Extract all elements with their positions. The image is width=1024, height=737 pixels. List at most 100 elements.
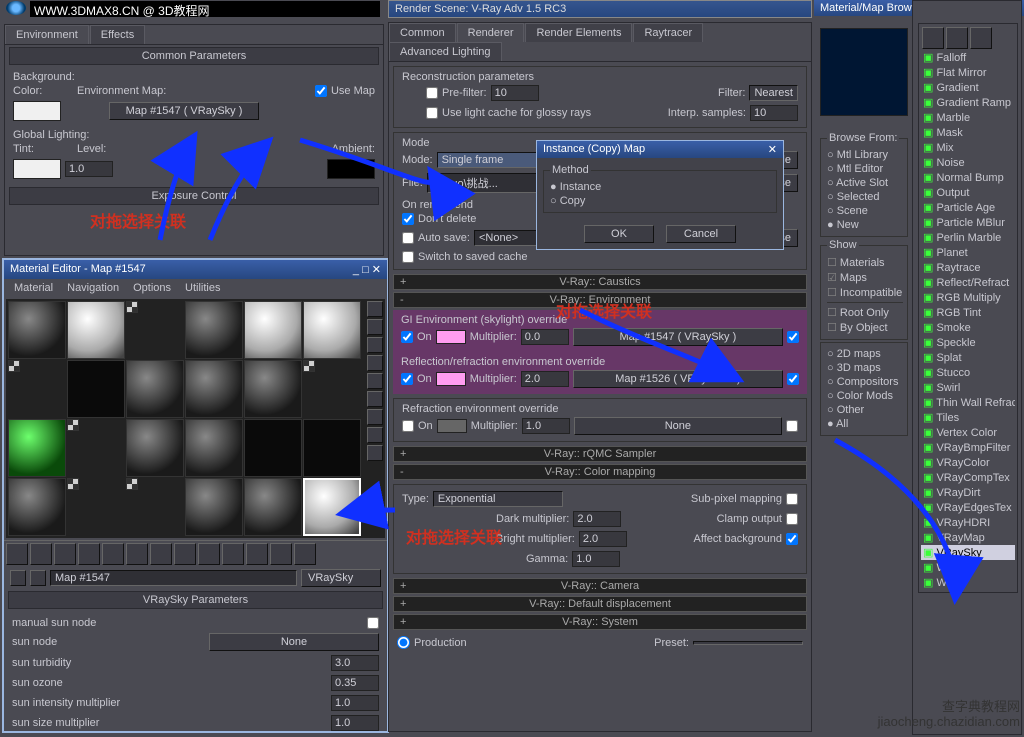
tab-adv-lighting[interactable]: Advanced Lighting	[389, 42, 502, 61]
category-all[interactable]: All	[827, 417, 903, 431]
map-item-vrayedgestex[interactable]: VRayEdgesTex	[921, 500, 1015, 515]
tab-renderer[interactable]: Renderer	[457, 23, 525, 42]
gi-map-button[interactable]: Map #1547 ( VRaySky )	[573, 328, 783, 346]
dialog-close-icon[interactable]: ✕	[768, 143, 777, 156]
use-map-checkbox[interactable]	[315, 85, 327, 97]
get-material-btn[interactable]	[6, 543, 28, 565]
map-item-thin wall refraction[interactable]: Thin Wall Refraction	[921, 395, 1015, 410]
refr-map-button[interactable]: None	[574, 417, 782, 435]
map-item-rgb tint[interactable]: RGB Tint	[921, 305, 1015, 320]
mat-slot[interactable]	[126, 478, 138, 490]
menu-options[interactable]: Options	[127, 281, 177, 295]
assign-btn[interactable]	[54, 543, 76, 565]
map-item-vraybmpfilter[interactable]: VRayBmpFilter	[921, 440, 1015, 455]
prefilter-value[interactable]: 10	[491, 85, 539, 101]
refl-on-check[interactable]	[401, 373, 413, 385]
map-item-gradient ramp[interactable]: Gradient Ramp	[921, 95, 1015, 110]
bright-value[interactable]: 2.0	[579, 531, 627, 547]
sample-type-btn[interactable]	[367, 301, 383, 317]
category-3d-maps[interactable]: 3D maps	[827, 361, 903, 375]
map-item-mix[interactable]: Mix	[921, 140, 1015, 155]
map-item-particle mblur[interactable]: Particle MBlur	[921, 215, 1015, 230]
matid-chan-btn[interactable]	[174, 543, 196, 565]
map-item-vraysky[interactable]: VRaySky	[921, 545, 1015, 560]
mat-slot[interactable]	[303, 360, 315, 372]
map-item-wood[interactable]: Wood	[921, 575, 1015, 590]
copy-radio[interactable]: Copy	[550, 194, 772, 208]
autosave-check[interactable]	[402, 232, 414, 244]
refr-color-swatch[interactable]	[437, 419, 467, 433]
mat-slot[interactable]	[185, 419, 243, 477]
rollout-vraysky-params[interactable]: VRaySky Parameters	[8, 591, 383, 609]
mat-slot[interactable]	[126, 301, 138, 313]
mat-slot[interactable]	[8, 419, 66, 477]
mat-slot[interactable]	[185, 301, 243, 359]
view-small-btn[interactable]	[946, 27, 968, 49]
map-item-planet[interactable]: Planet	[921, 245, 1015, 260]
menu-utilities[interactable]: Utilities	[179, 281, 226, 295]
options-btn[interactable]	[367, 409, 383, 425]
window-buttons[interactable]: _ □ ✕	[353, 263, 381, 276]
view-icon-btn[interactable]	[970, 27, 992, 49]
level-spinner[interactable]: 1.0	[65, 161, 113, 177]
mat-slot[interactable]	[244, 419, 302, 477]
map-item-output[interactable]: Output	[921, 185, 1015, 200]
render-titlebar[interactable]: Render Scene: V-Ray Adv 1.5 RC3	[388, 0, 812, 18]
cancel-button[interactable]: Cancel	[666, 225, 736, 243]
ok-button[interactable]: OK	[584, 225, 654, 243]
reset-btn[interactable]	[78, 543, 100, 565]
map-item-speckle[interactable]: Speckle	[921, 335, 1015, 350]
category-compositors[interactable]: Compositors	[827, 375, 903, 389]
production-radio[interactable]	[397, 636, 410, 649]
category-2d-maps[interactable]: 2D maps	[827, 347, 903, 361]
mat-slot[interactable]	[303, 301, 361, 359]
matid-btn[interactable]	[367, 445, 383, 461]
tab-effects[interactable]: Effects	[90, 25, 145, 44]
mat-slot[interactable]	[67, 419, 79, 431]
video-check-btn[interactable]	[367, 373, 383, 389]
browse-from-mtl-library[interactable]: Mtl Library	[827, 148, 903, 162]
pick-btn[interactable]	[10, 570, 26, 586]
gi-color-swatch[interactable]	[436, 330, 466, 344]
mat-slot[interactable]	[303, 419, 361, 477]
go-fwd-btn[interactable]	[270, 543, 292, 565]
show-maps[interactable]: Maps	[827, 270, 903, 285]
go-parent-btn[interactable]	[246, 543, 268, 565]
rollout-caustics[interactable]: V-Ray:: Caustics	[393, 274, 807, 290]
param-spinner[interactable]: 1.0	[331, 695, 379, 711]
map-item-perlin marble[interactable]: Perlin Marble	[921, 230, 1015, 245]
show-end-btn[interactable]	[222, 543, 244, 565]
map-item-rgb multiply[interactable]: RGB Multiply	[921, 290, 1015, 305]
rollout-system[interactable]: V-Ray:: System	[393, 614, 807, 630]
material-slot-grid[interactable]	[6, 299, 385, 538]
param-none-btn[interactable]: None	[209, 633, 379, 651]
param-spinner[interactable]: 1.0	[331, 715, 379, 731]
refr-map-check[interactable]	[786, 420, 798, 432]
browse-from-mtl-editor[interactable]: Mtl Editor	[827, 162, 903, 176]
map-item-falloff[interactable]: Falloff	[921, 50, 1015, 65]
browse-from-active-slot[interactable]: Active Slot	[827, 176, 903, 190]
subpixel-check[interactable]	[786, 493, 798, 505]
map-item-marble[interactable]: Marble	[921, 110, 1015, 125]
tab-render-elements[interactable]: Render Elements	[525, 23, 632, 42]
rollout-cmap[interactable]: V-Ray:: Color mapping	[393, 464, 807, 480]
category-color-mods[interactable]: Color Mods	[827, 389, 903, 403]
refl-map-check[interactable]	[787, 373, 799, 385]
mat-slot[interactable]	[244, 478, 302, 536]
map-item-stucco[interactable]: Stucco	[921, 365, 1015, 380]
map-item-vraycolor[interactable]: VRayColor	[921, 455, 1015, 470]
mat-slot[interactable]	[126, 360, 184, 418]
mat-slot[interactable]	[67, 478, 79, 490]
map-item-flat mirror[interactable]: Flat Mirror	[921, 65, 1015, 80]
make-copy-btn[interactable]	[102, 543, 124, 565]
map-item-splat[interactable]: Splat	[921, 350, 1015, 365]
root-only[interactable]: Root Only	[827, 305, 903, 320]
map-item-vraycomptex[interactable]: VRayCompTex	[921, 470, 1015, 485]
map-item-normal bump[interactable]: Normal Bump	[921, 170, 1015, 185]
switch-check[interactable]	[402, 251, 414, 263]
cmap-type-dropdown[interactable]: Exponential	[433, 491, 563, 507]
mat-slot[interactable]	[67, 301, 125, 359]
go-sibling-btn[interactable]	[294, 543, 316, 565]
mat-slot-selected[interactable]	[303, 478, 361, 536]
bg-color-swatch[interactable]	[13, 101, 61, 121]
